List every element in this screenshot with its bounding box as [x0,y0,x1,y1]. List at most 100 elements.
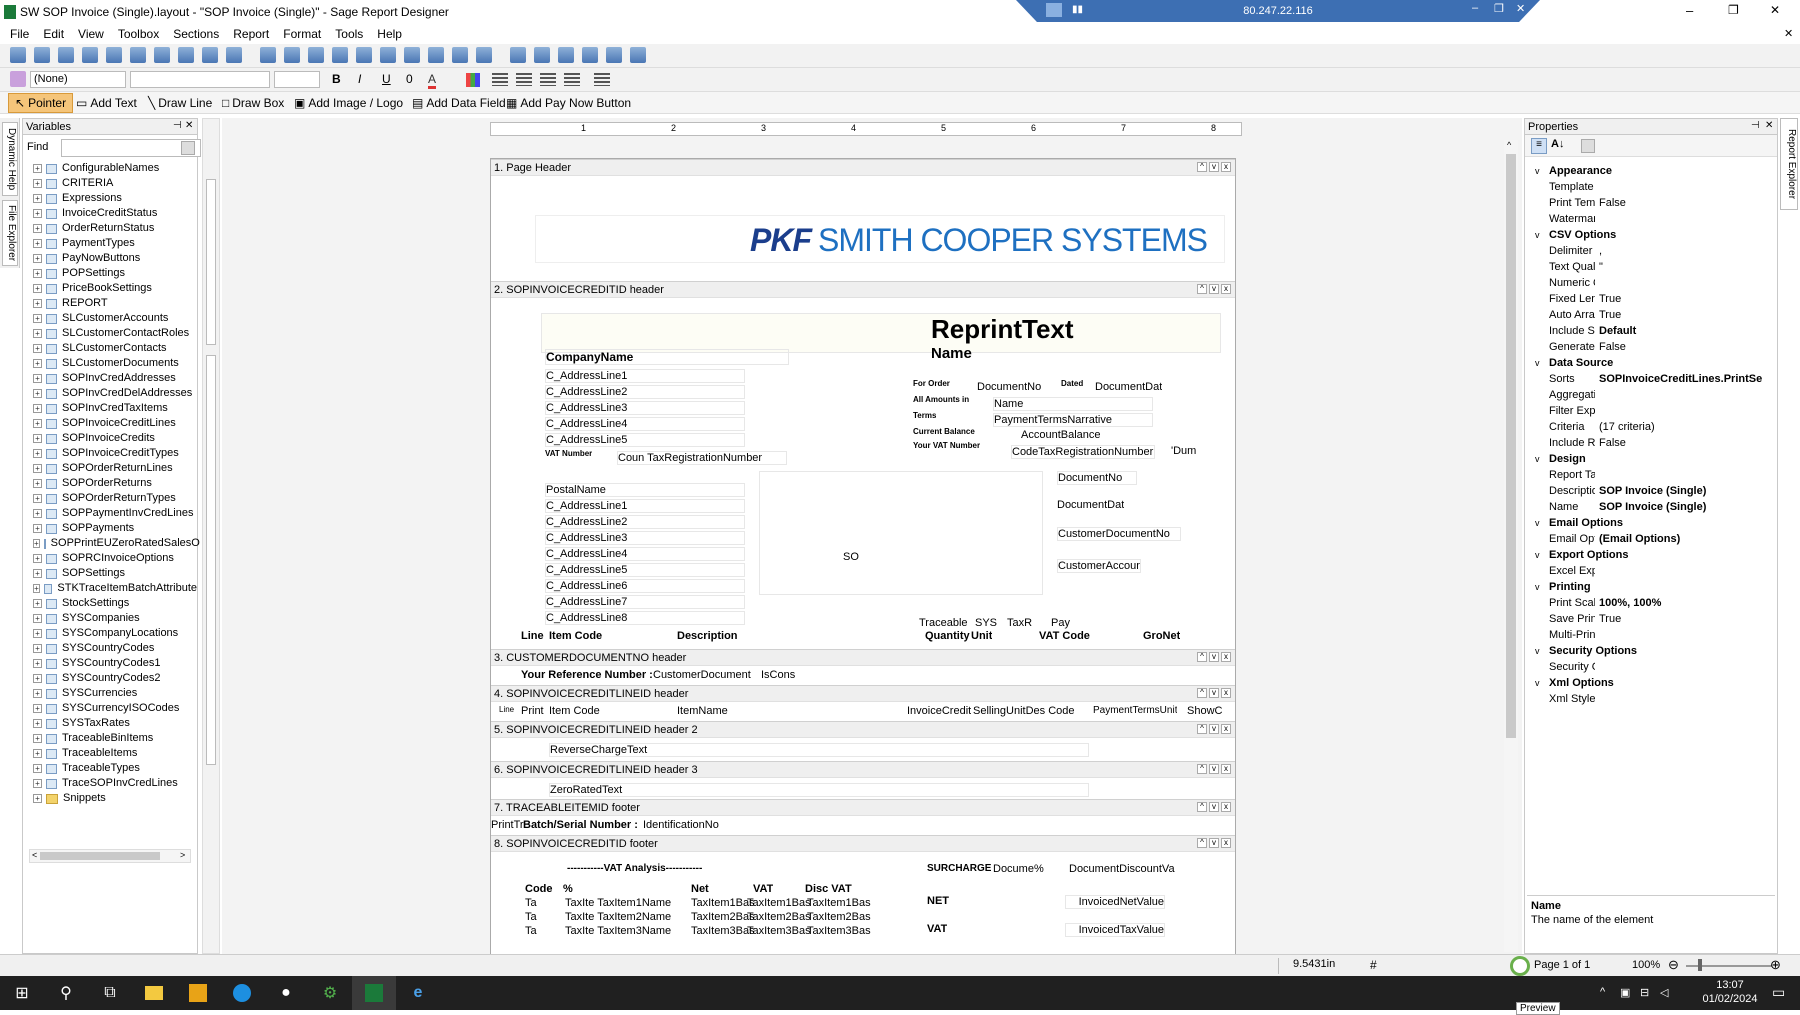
expand-icon[interactable]: + [33,734,42,743]
tree-item[interactable]: + SOPRCInvoiceOptions [23,551,197,566]
categorized-icon[interactable]: ≡ [1531,138,1547,154]
redo-icon[interactable] [630,47,646,63]
expand-icon[interactable]: + [33,449,42,458]
tree-item[interactable]: + TraceSOPInvCredLines [23,776,197,791]
dated-label[interactable]: Dated [1061,379,1083,388]
clock-time[interactable]: 13:07 [1694,979,1766,991]
print-icon[interactable] [34,47,50,63]
payment-terms-unit-field[interactable]: PaymentTermsUnit [1093,705,1177,716]
tab-dynamic-help[interactable]: Dynamic Help [2,122,18,196]
col-line[interactable]: Line [521,630,544,642]
tray-app-icon[interactable]: ▣ [1620,986,1630,999]
band-2-close-icon[interactable]: x [1221,284,1231,294]
p-address-3[interactable]: C_AddressLine3 [545,531,745,545]
property-value[interactable] [1595,387,1777,403]
property-row[interactable]: DescriptionSOP Invoice (Single) [1525,483,1777,499]
vat-row-cell[interactable]: Ta [525,897,537,909]
vat-analysis-title[interactable]: -----------VAT Analysis----------- [567,863,702,874]
expand-icon[interactable]: + [33,584,40,593]
property-value[interactable]: True [1595,611,1777,627]
property-row[interactable]: Criteria (17 criteria) [1525,419,1777,435]
spacing-icon[interactable] [380,47,396,63]
vat-row-cell[interactable]: TaxItem2Bas [807,911,871,923]
preview-icon[interactable] [1510,956,1530,976]
property-category[interactable]: Email Options [1525,515,1777,531]
invoiced-tax-field[interactable]: InvoicedTaxValue [1065,923,1165,937]
rdp-minimize-icon[interactable]: – [1472,2,1478,14]
p-address-4[interactable]: C_AddressLine4 [545,547,745,561]
file-explorer-icon[interactable] [132,976,176,1010]
document-date-2[interactable]: DocumentDat [1057,499,1124,511]
font-color-icon[interactable]: A [428,72,437,89]
property-value[interactable]: , [1595,243,1777,259]
vat-row-cell[interactable]: TaxIte TaxItem2Name [565,911,671,923]
c-address-4[interactable]: C_AddressLine4 [545,417,745,431]
expand-icon[interactable]: + [33,509,42,518]
property-value[interactable]: SOP Invoice (Single) [1595,499,1777,515]
width-icon[interactable] [452,47,468,63]
property-value[interactable]: SOPInvoiceCreditLines.PrintSe [1595,371,1777,387]
pay-field[interactable]: Pay [1051,617,1070,629]
vat-row-cell[interactable]: TaxItem3Bas [807,925,871,937]
page-icon[interactable] [178,47,194,63]
identification-no-field[interactable]: IdentificationNo [643,819,719,831]
show-field[interactable]: ShowC [1187,705,1222,717]
band-1-expand-icon[interactable]: v [1209,162,1219,172]
scroll-thumb[interactable] [40,852,160,860]
vat-number-label[interactable]: VAT Number [545,449,592,458]
print-field[interactable]: Print [521,705,544,717]
menu-edit[interactable]: Edit [43,27,64,41]
sage-designer-icon[interactable] [352,976,396,1010]
expand-icon[interactable]: + [33,209,42,218]
zoom-slider-handle[interactable] [1698,959,1702,971]
expand-icon[interactable]: + [33,329,42,338]
property-row[interactable]: Template [1525,179,1777,195]
property-row[interactable]: Print Scaling100%, 100% [1525,595,1777,611]
restore-icon[interactable]: ❐ [1728,3,1739,17]
property-value[interactable]: (Email Options) [1595,531,1777,547]
sys-field[interactable]: SYS [975,617,997,629]
menu-file[interactable]: File [10,27,29,41]
tab-report-explorer[interactable]: Report Explorer [1780,118,1798,210]
logo-image[interactable]: PKF SMITH COOPER SYSTEMS [535,215,1225,263]
band-1-collapse-icon[interactable]: ^ [1197,162,1207,172]
rdp-close-icon[interactable]: ✕ [1516,2,1525,15]
property-row[interactable]: Delimiter, [1525,243,1777,259]
dummy-field[interactable]: 'Dum [1171,445,1196,457]
tree-item[interactable]: + TraceableTypes [23,761,197,776]
property-category[interactable]: Data Source [1525,355,1777,371]
property-row[interactable]: Excel Export C [1525,563,1777,579]
paste-tool-icon[interactable] [106,47,122,63]
canvas-scroll-thumb[interactable] [1506,154,1516,738]
expand-icon[interactable]: + [33,374,42,383]
c-address-3[interactable]: C_AddressLine3 [545,401,745,415]
your-reference-label[interactable]: Your Reference Number : [521,669,653,681]
property-value[interactable] [1595,179,1777,195]
band-6-collapse-icon[interactable]: ^ [1197,764,1207,774]
property-row[interactable]: Name SOP Invoice (Single) [1525,499,1777,515]
expand-icon[interactable]: + [33,569,42,578]
print-tr-field[interactable]: PrintTr [491,819,524,831]
grid-icon[interactable]: # [1370,958,1377,972]
tree-item[interactable]: + InvoiceCreditStatus [23,206,197,221]
band-page-header[interactable]: 1. Page Header ^ v x [491,159,1235,176]
vat-row-cell[interactable]: TaxItem1Bas [807,897,871,909]
notifications-icon[interactable]: ▭ [1772,984,1785,1001]
p-address-8[interactable]: C_AddressLine8 [545,611,745,625]
find-input[interactable] [61,139,201,157]
edge-icon[interactable] [220,976,264,1010]
line-item-code[interactable]: Item Code [549,705,600,717]
tree-item[interactable]: + Expressions [23,191,197,206]
so-box[interactable] [759,471,1043,595]
is-cons-field[interactable]: IsCons [761,669,795,681]
windows-start-icon[interactable]: ⊞ [0,976,44,1010]
expand-icon[interactable]: + [33,389,42,398]
underline-icon[interactable]: U [382,72,391,86]
va-col-vat[interactable]: VAT [753,883,773,895]
expand-icon[interactable]: + [33,764,42,773]
tree-item[interactable]: + TraceableBinItems [23,731,197,746]
search-icon[interactable]: ⚲ [44,976,88,1010]
band-lineid-header-3[interactable]: 6. SOPINVOICECREDITLINEID header 3 ^ v x [491,761,1235,778]
add-data-field-tool[interactable]: ▤ Add Data Field [406,93,512,113]
document-no-2[interactable]: DocumentNo [1057,471,1137,485]
